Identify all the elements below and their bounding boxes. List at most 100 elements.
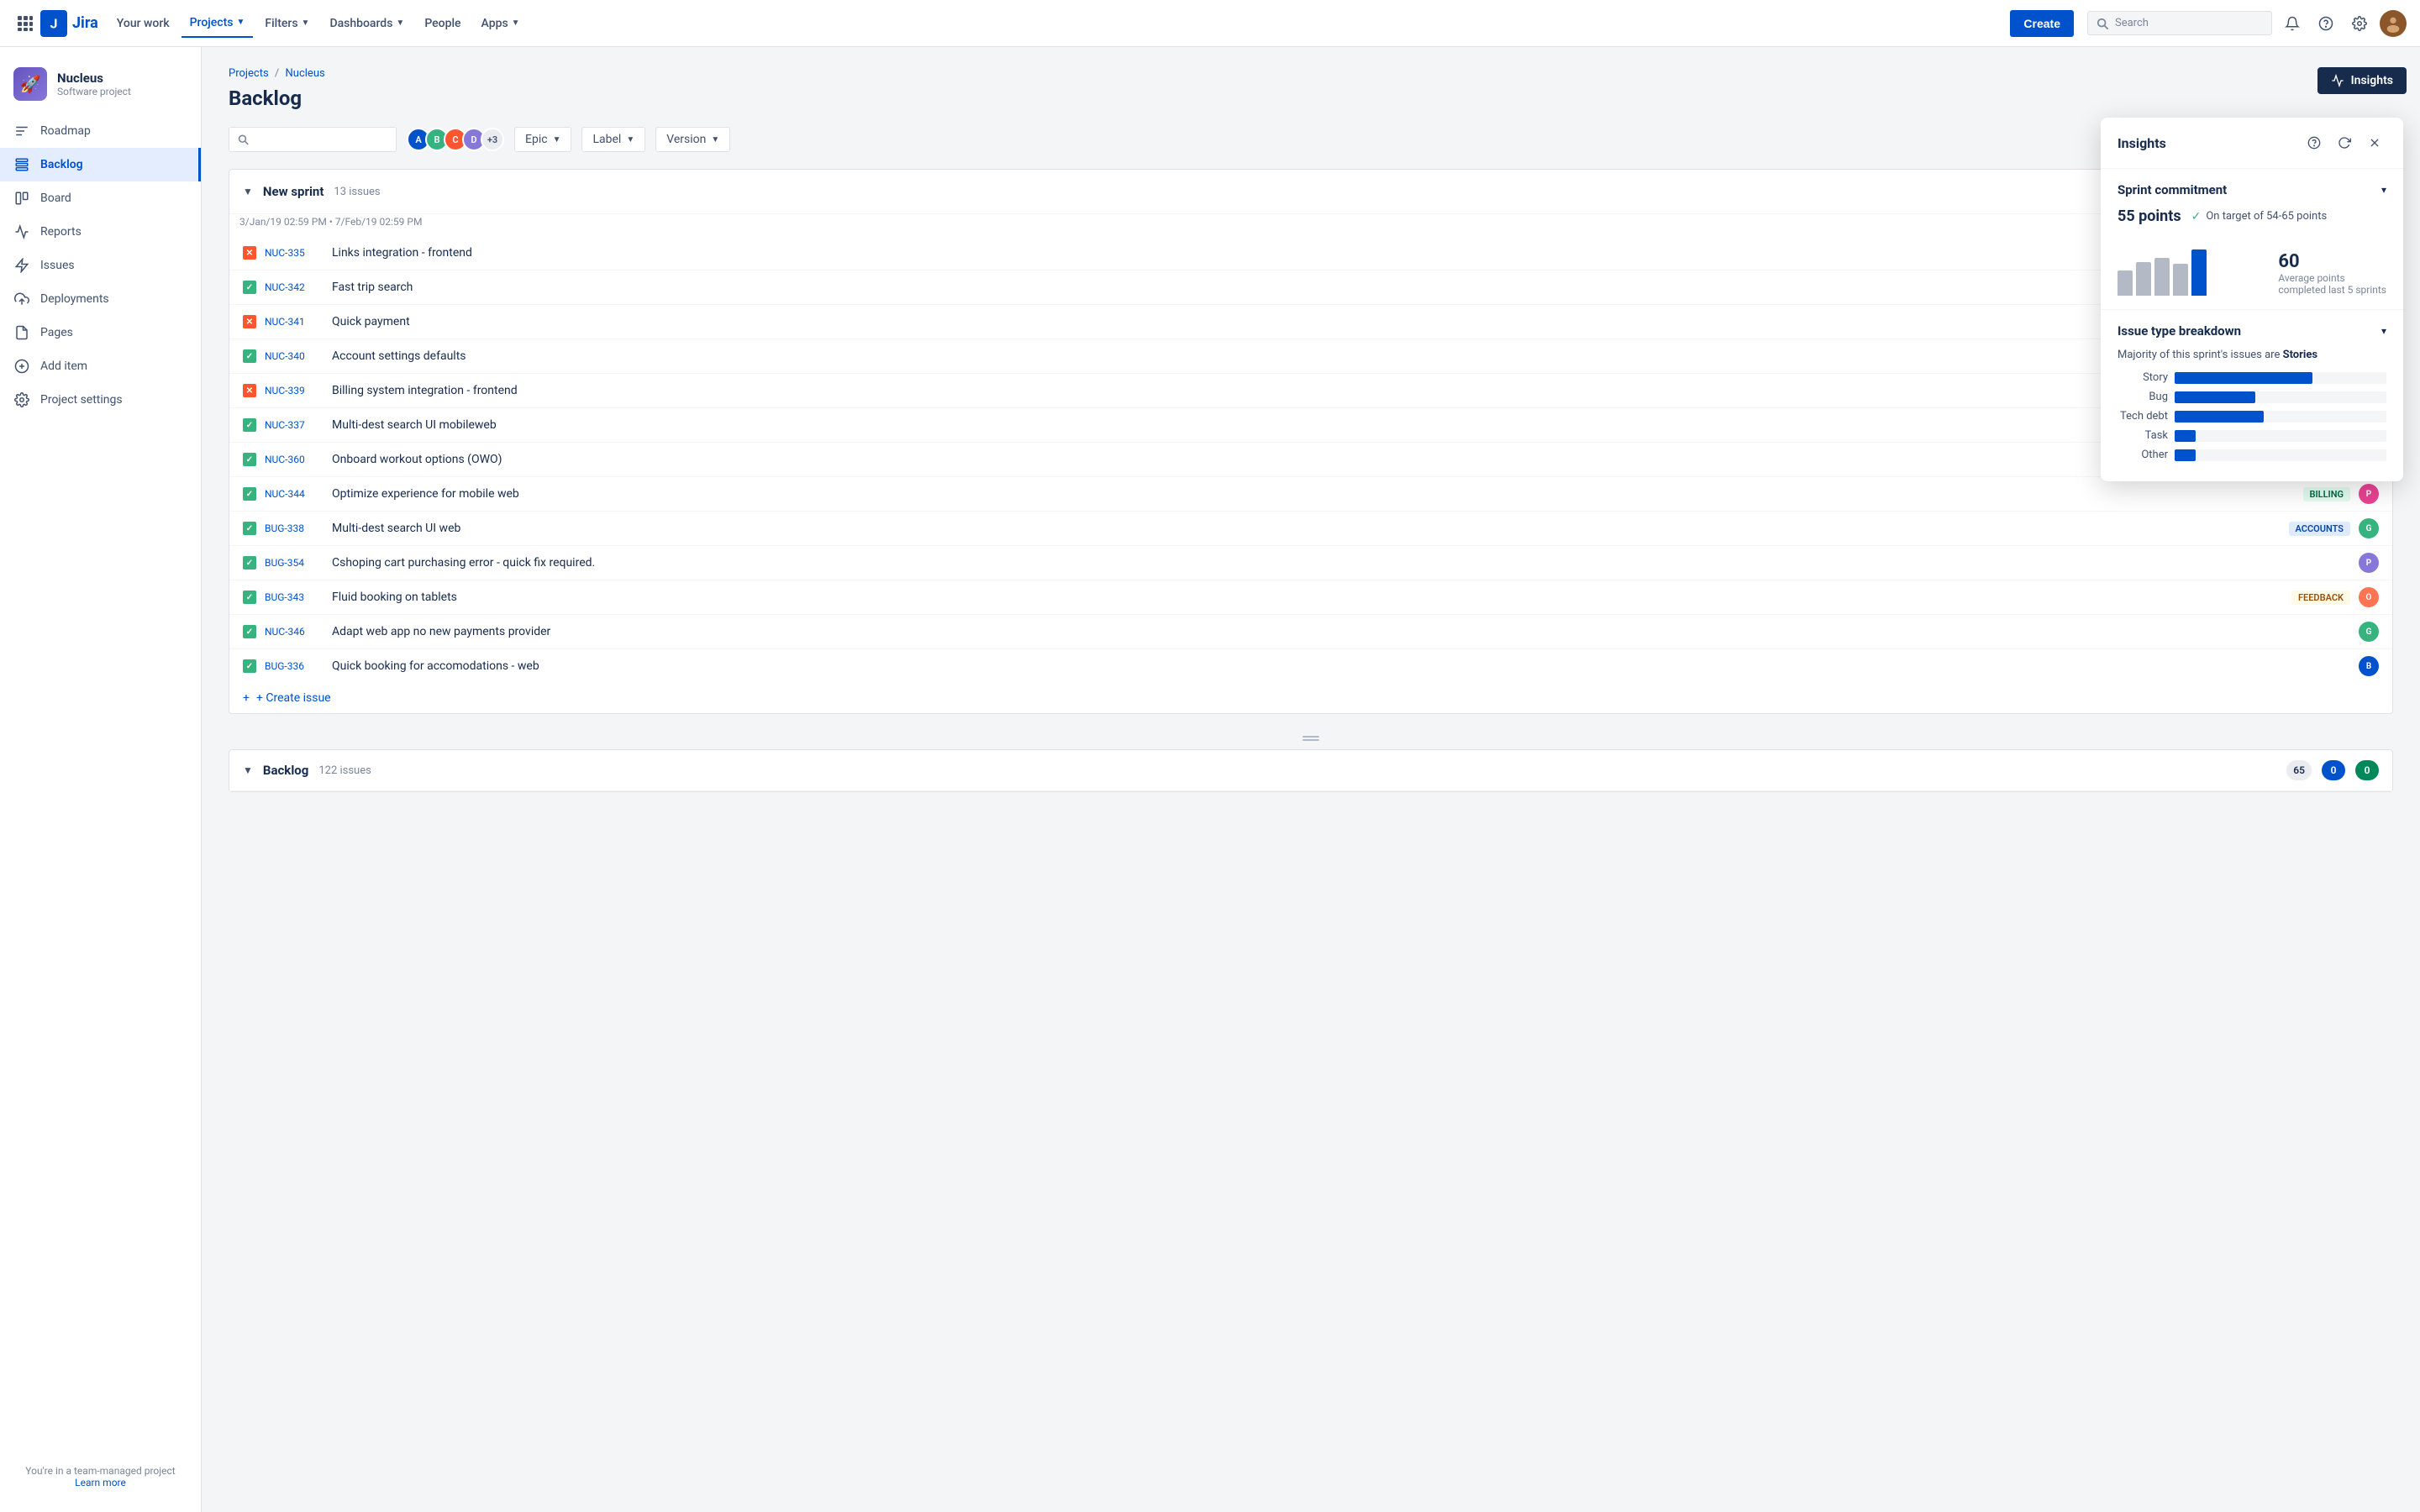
sprint-commitment-title: Sprint commitment [2118, 182, 2381, 197]
insights-refresh-button[interactable] [2333, 131, 2356, 155]
nav-dashboards[interactable]: Dashboards ▼ [321, 10, 413, 37]
main-content: Insights Projects / Nucleus Backlog A B … [202, 47, 2420, 1512]
issue-summary[interactable]: Billing system integration - frontend [332, 384, 2350, 397]
nav-filters[interactable]: Filters ▼ [256, 10, 318, 37]
table-row[interactable]: ✓NUC-344Optimize experience for mobile w… [229, 477, 2392, 512]
table-row[interactable]: ✕NUC-335Links integration - frontendBILL… [229, 236, 2392, 270]
nav-people[interactable]: People [416, 10, 469, 37]
issue-summary[interactable]: Fast trip search [332, 281, 2281, 294]
issue-key[interactable]: NUC-337 [265, 419, 324, 431]
issue-key[interactable]: BUG-338 [265, 522, 324, 534]
issue-breakdown-section: Issue type breakdown ▾ Majority of this … [2101, 310, 2403, 481]
backlog-toggle[interactable]: ▼ [243, 764, 253, 776]
table-row[interactable]: ✕NUC-341Quick paymentFEEDBACKO [229, 305, 2392, 339]
issue-summary[interactable]: Account settings defaults [332, 349, 2281, 363]
search-box[interactable]: Search [2087, 11, 2272, 35]
issue-breakdown-chevron[interactable]: ▾ [2381, 325, 2386, 337]
sprint-header: ▼ New sprint 13 issues 55 0 0 Start spri… [229, 170, 2392, 214]
issue-summary[interactable]: Fluid booking on tablets [332, 591, 2283, 604]
issue-key[interactable]: NUC-339 [265, 385, 324, 396]
issue-summary[interactable]: Adapt web app no new payments provider [332, 625, 2350, 638]
sidebar-item-reports[interactable]: Reports [0, 215, 201, 249]
breadcrumb-projects[interactable]: Projects [229, 67, 269, 80]
jira-logo[interactable]: J Jira [40, 10, 98, 37]
sidebar-item-pages[interactable]: Pages [0, 316, 201, 349]
nav-your-work[interactable]: Your work [108, 10, 178, 37]
issue-key[interactable]: NUC-346 [265, 626, 324, 638]
issue-summary[interactable]: Quick payment [332, 315, 2283, 328]
insights-help-button[interactable] [2302, 131, 2326, 155]
breadcrumb-project[interactable]: Nucleus [286, 67, 325, 80]
issue-summary[interactable]: Quick booking for accomodations - web [332, 659, 2350, 673]
create-button[interactable]: Create [2010, 10, 2074, 37]
user-avatar[interactable] [2380, 10, 2407, 37]
sidebar-item-backlog[interactable]: Backlog [0, 148, 201, 181]
issue-avatar: P [2359, 553, 2379, 573]
insights-button[interactable]: Insights [2317, 67, 2407, 94]
bug-icon: ✕ [243, 315, 256, 328]
issue-summary[interactable]: Links integration - frontend [332, 246, 2295, 260]
issue-key[interactable]: NUC-340 [265, 350, 324, 362]
issue-key[interactable]: NUC-341 [265, 316, 324, 328]
create-issue-button[interactable]: + + Create issue [229, 683, 2392, 713]
issue-key[interactable]: NUC-335 [265, 247, 324, 259]
app-switcher-icon[interactable] [13, 12, 37, 35]
table-row[interactable]: ✓BUG-354Cshoping cart purchasing error -… [229, 546, 2392, 580]
help-button[interactable] [2312, 10, 2339, 37]
learn-more-link[interactable]: Learn more [75, 1477, 126, 1488]
chart-bar [2118, 270, 2133, 296]
story-icon: ✓ [243, 418, 256, 432]
sc-points: 55 points [2118, 207, 2181, 225]
issue-summary[interactable]: Cshoping cart purchasing error - quick f… [332, 556, 2350, 570]
project-settings-icon [13, 391, 30, 408]
issue-key[interactable]: BUG-354 [265, 557, 324, 569]
issues-label: Issues [40, 259, 75, 272]
notifications-button[interactable] [2279, 10, 2306, 37]
sprint-commitment-chevron[interactable]: ▾ [2381, 184, 2386, 196]
table-row[interactable]: ✕NUC-339Billing system integration - fro… [229, 374, 2392, 408]
nav-apps[interactable]: Apps ▼ [473, 10, 529, 37]
issue-key[interactable]: NUC-344 [265, 488, 324, 500]
table-row[interactable]: ✓BUG-336Quick booking for accomodations … [229, 649, 2392, 683]
add-item-label: Add item [40, 360, 87, 373]
sidebar-item-deployments[interactable]: Deployments [0, 282, 201, 316]
avatar-more[interactable]: +3 [481, 128, 504, 151]
drag-handle[interactable] [229, 727, 2393, 749]
sprint-toggle[interactable]: ▼ [243, 186, 253, 197]
filter-search[interactable] [229, 127, 397, 152]
issue-key[interactable]: BUG-343 [265, 591, 324, 603]
version-filter[interactable]: Version ▼ [655, 127, 730, 152]
table-row[interactable]: ✓NUC-360Onboard workout options (OWO)ACC… [229, 443, 2392, 477]
issue-summary[interactable]: Onboard workout options (OWO) [332, 453, 2281, 466]
issue-summary[interactable]: Multi-dest search UI web [332, 522, 2281, 535]
sidebar-item-project-settings[interactable]: Project settings [0, 383, 201, 417]
issue-key[interactable]: NUC-360 [265, 454, 324, 465]
pages-icon [13, 324, 30, 341]
issue-key[interactable]: NUC-342 [265, 281, 324, 293]
table-row[interactable]: ✓NUC-340Account settings defaultsACCOUNT… [229, 339, 2392, 374]
story-icon: ✓ [243, 349, 256, 363]
table-row[interactable]: ✓NUC-346Adapt web app no new payments pr… [229, 615, 2392, 649]
label-filter[interactable]: Label ▼ [581, 127, 645, 152]
table-row[interactable]: ✓NUC-337Multi-dest search UI mobilewebAC… [229, 408, 2392, 443]
backlog-name: Backlog [263, 763, 308, 778]
epic-filter[interactable]: Epic ▼ [514, 127, 571, 152]
issue-summary[interactable]: Optimize experience for mobile web [332, 487, 2295, 501]
table-row[interactable]: ✓BUG-338Multi-dest search UI webACCOUNTS… [229, 512, 2392, 546]
sidebar-item-add-item[interactable]: Add item [0, 349, 201, 383]
insights-close-button[interactable] [2363, 131, 2386, 155]
issue-summary[interactable]: Multi-dest search UI mobileweb [332, 418, 2281, 432]
table-row[interactable]: ✓NUC-342Fast trip searchACCOUNTSG [229, 270, 2392, 305]
settings-button[interactable] [2346, 10, 2373, 37]
nav-projects[interactable]: Projects ▼ [182, 9, 254, 38]
filter-search-input[interactable] [254, 133, 387, 146]
issue-key[interactable]: BUG-336 [265, 660, 324, 672]
sidebar-item-board[interactable]: Board [0, 181, 201, 215]
board-icon [13, 190, 30, 207]
sidebar-item-issues[interactable]: Issues [0, 249, 201, 282]
breakdown-bar-fill [2175, 411, 2264, 423]
sidebar-item-roadmap[interactable]: Roadmap [0, 114, 201, 148]
backlog-label: Backlog [40, 158, 83, 171]
table-row[interactable]: ✓BUG-343Fluid booking on tabletsFEEDBACK… [229, 580, 2392, 615]
breakdown-bar-label: Bug [2118, 391, 2168, 403]
